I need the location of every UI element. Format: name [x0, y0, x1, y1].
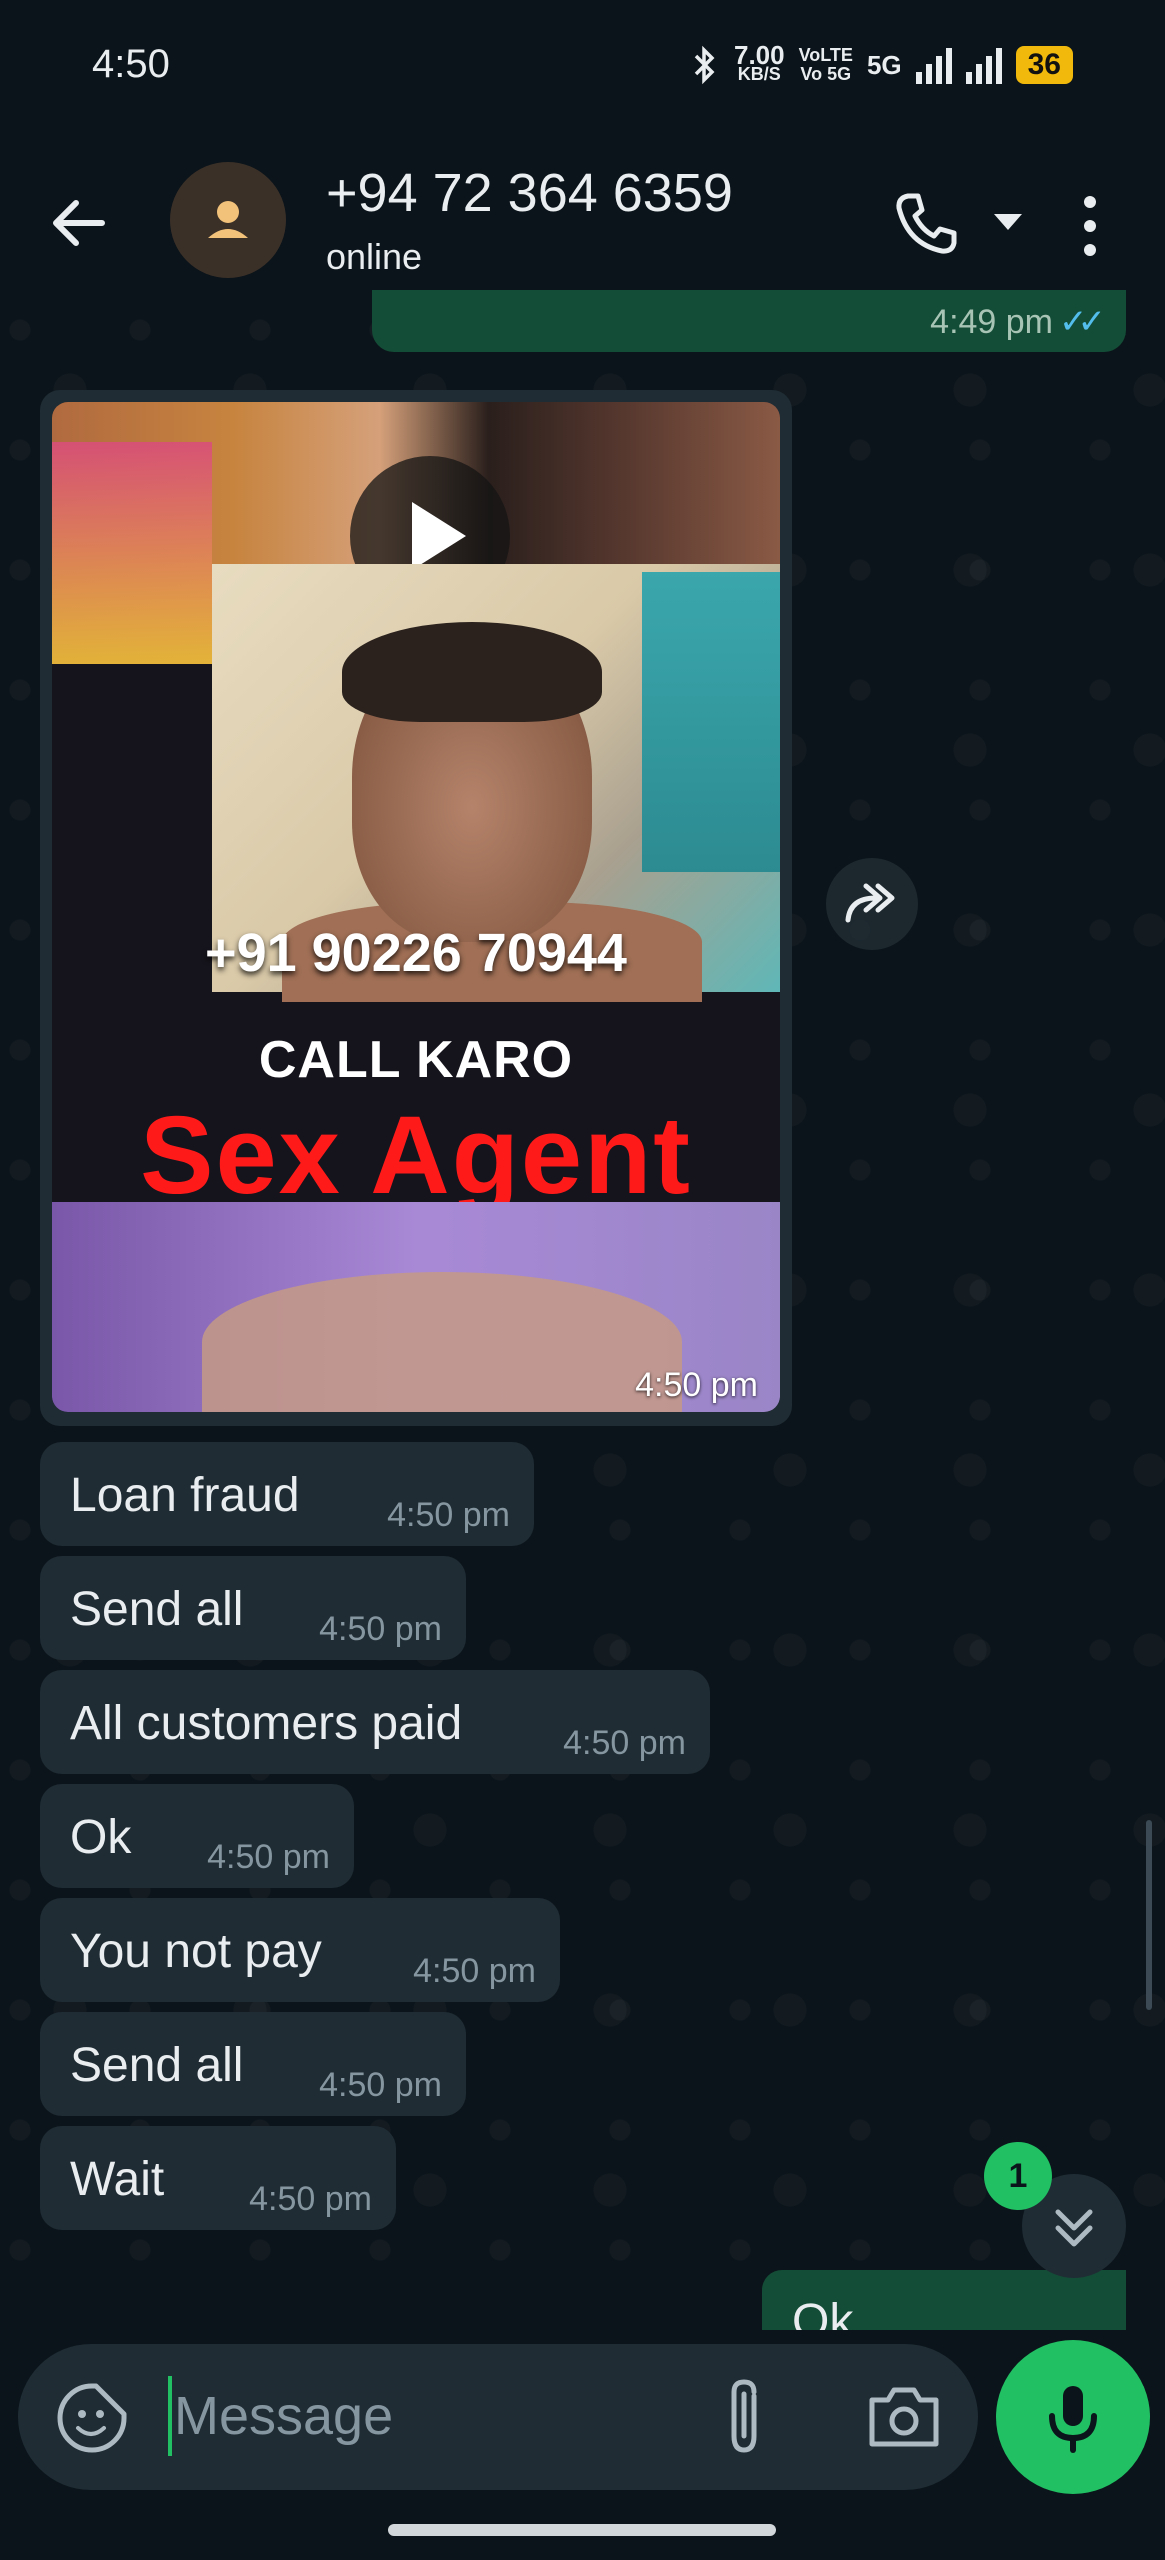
forward-icon: [845, 883, 895, 923]
outgoing-message-bubble[interactable]: Ok: [762, 2270, 1126, 2336]
media-bottom-figure: [202, 1272, 682, 1412]
back-arrow-icon[interactable]: [44, 188, 114, 258]
message-time: 4:50 pm: [319, 2066, 442, 2104]
incoming-message-bubble[interactable]: Wait 4:50 pm: [40, 2126, 396, 2230]
media-overlay-line1: CALL KARO: [258, 1031, 574, 1089]
media-thumbnail[interactable]: +91 90226 70944 CALL KARO Sex Agent 4:50…: [52, 402, 780, 1412]
outgoing-message-bubble[interactable]: 4:49 pm ✓✓: [372, 290, 1126, 352]
chat-header: +94 72 364 6359 online: [0, 140, 1165, 310]
message-text: Send all: [70, 2039, 244, 2092]
media-overlay-line2: Sex Agent: [140, 1094, 692, 1217]
read-ticks-icon: ✓✓: [1059, 303, 1106, 341]
contact-name[interactable]: +94 72 364 6359: [326, 162, 733, 224]
network-type: 5G: [866, 49, 902, 80]
message-text: All customers paid: [70, 1697, 463, 1750]
media-towel: [642, 572, 780, 872]
media-figure-hair: [342, 622, 602, 722]
volte-indicator: VoLTE Vo 5G: [798, 45, 853, 84]
signal-strength-2-icon: [965, 46, 1002, 84]
message-text: You not pay: [70, 1925, 322, 1978]
battery-level: 36: [1015, 46, 1073, 84]
incoming-message-bubble[interactable]: Loan fraud 4:50 pm: [40, 1442, 534, 1546]
microphone-icon: [1049, 2386, 1097, 2453]
message-text: Wait: [70, 2153, 165, 2206]
status-bar: 4:50 7.00 KB/S VoLTE Vo 5G 5G 36: [0, 0, 1165, 140]
incoming-message-bubble[interactable]: You not pay 4:50 pm: [40, 1898, 560, 2002]
message-time: 4:50 pm: [413, 1952, 536, 1990]
sticker-emoji-icon[interactable]: [54, 2380, 130, 2456]
message-text: Send all: [70, 1583, 244, 1636]
voice-message-button[interactable]: [996, 2340, 1150, 2494]
net-speed: 7.00 KB/S: [734, 40, 785, 84]
message-text: Loan fraud: [70, 1469, 300, 1522]
incoming-message-bubble[interactable]: Send all 4:50 pm: [40, 1556, 466, 1660]
message-input[interactable]: [174, 2374, 694, 2458]
status-time: 4:50: [92, 42, 170, 86]
media-top-left: [52, 442, 212, 664]
media-overlay-phone: +91 90226 70944: [205, 923, 627, 983]
more-options-icon[interactable]: [1070, 186, 1110, 266]
incoming-message-bubble[interactable]: Ok 4:50 pm: [40, 1784, 354, 1888]
message-meta: 4:49 pm ✓✓: [930, 302, 1106, 342]
message-time: 4:50 pm: [387, 1496, 510, 1534]
message-time: 4:50 pm: [249, 2180, 372, 2218]
message-time: 4:50 pm: [207, 1838, 330, 1876]
incoming-message-bubble[interactable]: Send all 4:50 pm: [40, 2012, 466, 2116]
message-time: 4:49 pm: [930, 303, 1054, 341]
message-time: 4:50 pm: [563, 1724, 686, 1762]
signal-strength-icon: [915, 46, 952, 84]
contact-status: online: [326, 236, 423, 277]
bluetooth-icon: [694, 45, 715, 85]
text-cursor: [168, 2376, 172, 2456]
voice-call-icon[interactable]: [886, 184, 966, 264]
message-time: 4:50 pm: [319, 1610, 442, 1648]
attach-paperclip-icon[interactable]: [716, 2374, 776, 2460]
person-icon: [208, 201, 248, 238]
incoming-media-message[interactable]: +91 90226 70944 CALL KARO Sex Agent 4:50…: [40, 390, 792, 1426]
camera-icon[interactable]: [864, 2380, 944, 2452]
message-text: Ok: [70, 1811, 132, 1864]
message-time: 4:50 pm: [635, 1366, 758, 1404]
unread-count-badge: 1: [984, 2142, 1052, 2210]
contact-avatar[interactable]: [170, 162, 286, 278]
forward-button[interactable]: [826, 858, 918, 950]
call-dropdown-icon[interactable]: [988, 206, 1028, 236]
chat-scrollbar[interactable]: [1146, 1820, 1152, 2010]
incoming-message-bubble[interactable]: All customers paid 4:50 pm: [40, 1670, 710, 1774]
status-icons: 7.00 KB/S VoLTE Vo 5G 5G 36: [690, 40, 1073, 90]
home-indicator[interactable]: [388, 2524, 776, 2536]
